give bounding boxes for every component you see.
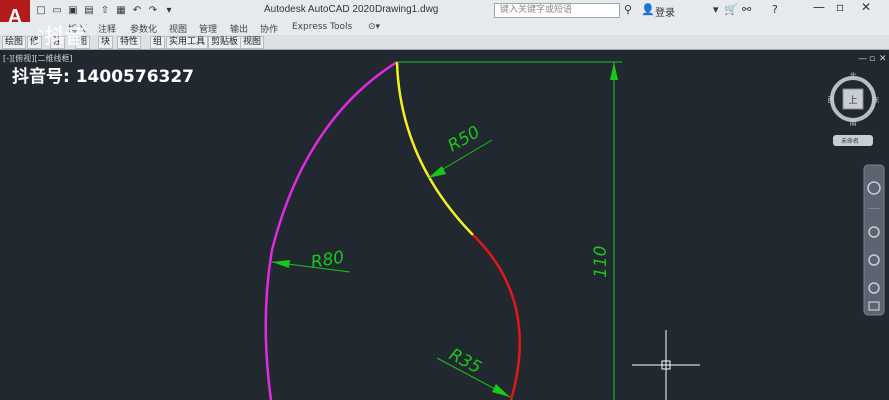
crosshair-cursor [632,330,700,400]
viewcube-east: 东 [873,95,880,104]
arrow-r35 [492,384,510,397]
dimension-text-r80: R80 [309,247,345,273]
arrow-r50 [428,166,446,178]
arc-r80 [264,60,398,400]
dimension-text-110: 110 [591,246,611,278]
navigation-bar[interactable] [863,164,885,316]
navbar-divider [868,208,880,209]
arc-r35 [472,234,521,400]
wcs-label: 未命名 [841,137,859,145]
viewcube-west: 西 [828,96,835,104]
arrow-110-top [610,62,618,80]
viewcube[interactable]: 上 北 南 西 东 未命名 [828,72,880,146]
viewcube-north: 北 [850,72,857,80]
viewcube-south: 南 [850,118,857,127]
viewcube-face-label: 上 [848,95,857,106]
arrow-r80 [272,260,290,268]
dimension-text-r50: R50 [445,122,484,156]
drawing-canvas[interactable]: R50 R80 R35 110 上 北 南 西 东 未命名 [0,0,889,400]
